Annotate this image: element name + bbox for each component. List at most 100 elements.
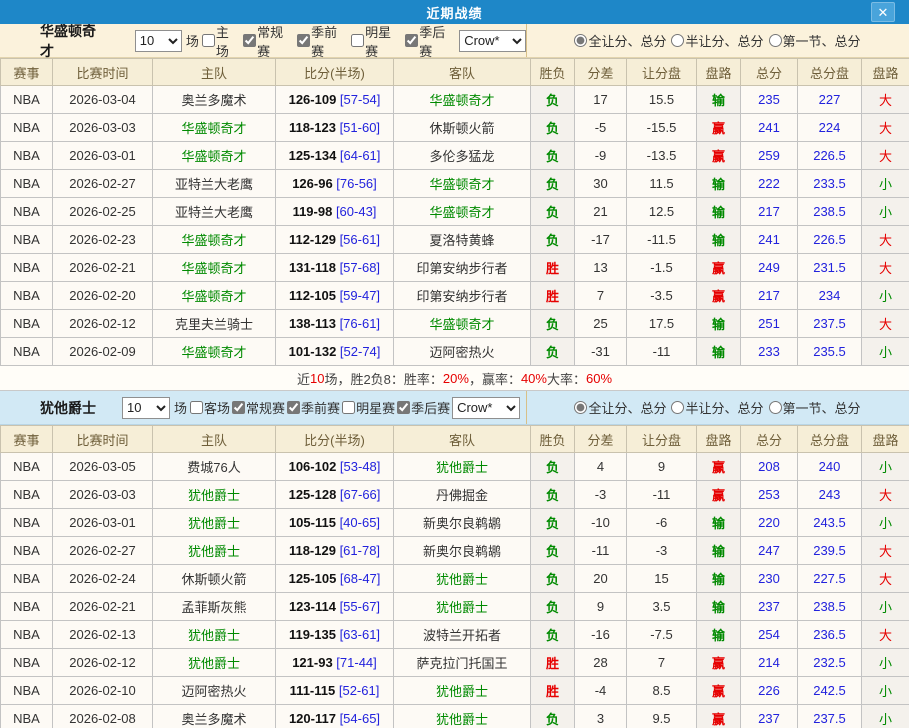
halftime-score: [57-54]	[336, 92, 380, 107]
game-row: NBA2026-02-23华盛顿奇才112-129 [56-61]夏洛特黄蜂负-…	[1, 226, 909, 254]
odds-company-select[interactable]: Crow*	[459, 30, 526, 52]
filter-checkbox-label[interactable]: 季前赛	[295, 22, 349, 60]
filter-checkbox[interactable]	[297, 34, 310, 47]
column-header: 让分盘	[627, 59, 697, 86]
point-diff-cell: 3	[575, 705, 627, 728]
score-cell: 123-114 [55-67]	[276, 593, 394, 621]
odds-mode-radio[interactable]	[671, 34, 684, 47]
filter-checkbox[interactable]	[202, 34, 215, 47]
odds-company-select[interactable]: Crow*	[452, 397, 520, 419]
handicap-result-cell: 输	[697, 537, 741, 565]
close-button[interactable]: ✕	[871, 2, 895, 22]
odds-mode-radio-label[interactable]: 第一节、总分	[767, 31, 861, 50]
halftime-score: [52-74]	[336, 344, 380, 359]
filter-checkbox-label[interactable]: 季后赛	[403, 22, 457, 60]
halftime-score: [61-78]	[336, 543, 380, 558]
total-line-cell: 237.5	[798, 310, 862, 338]
odds-mode-radio[interactable]	[671, 401, 684, 414]
game-row: NBA2026-02-25亚特兰大老鹰119-98 [60-43]华盛顿奇才负2…	[1, 198, 909, 226]
total-points-cell: 247	[741, 537, 798, 565]
filter-checkbox-label[interactable]: 明星赛	[340, 398, 395, 417]
games-count-select[interactable]: 10	[135, 30, 182, 52]
total-line-cell: 224	[798, 114, 862, 142]
odds-mode-radio-label[interactable]: 全让分、总分	[572, 398, 666, 417]
filter-checkbox[interactable]	[351, 34, 364, 47]
odds-mode-radio-label[interactable]: 半让分、总分	[669, 398, 763, 417]
over-under-cell: 小	[862, 677, 909, 705]
games-suffix-label: 场	[174, 398, 187, 417]
total-line-cell: 232.5	[798, 649, 862, 677]
over-under-cell: 小	[862, 593, 909, 621]
summary-stat-value: 60%	[586, 371, 612, 386]
final-score: 121-93	[292, 655, 332, 670]
handicap-cell: -11.5	[627, 226, 697, 254]
home-team-cell: 犹他爵士	[153, 621, 276, 649]
filter-bar: 华盛顿奇才 10 场 主场常规赛季前赛明星赛季后赛 Crow* 全让分、总分半让…	[0, 24, 909, 58]
filter-checkbox-label[interactable]: 季前赛	[285, 398, 340, 417]
total-points-cell: 222	[741, 170, 798, 198]
score-cell: 131-118 [57-68]	[276, 254, 394, 282]
point-diff-cell: 21	[575, 198, 627, 226]
win-loss-cell: 负	[531, 593, 575, 621]
odds-mode-radio-label[interactable]: 第一节、总分	[767, 398, 861, 417]
league-cell: NBA	[1, 481, 53, 509]
halftime-score: [60-43]	[332, 204, 376, 219]
filter-checkbox-label[interactable]: 常规赛	[241, 22, 295, 60]
total-line-cell: 233.5	[798, 170, 862, 198]
odds-mode-radio-label[interactable]: 全让分、总分	[572, 31, 666, 50]
summary-stat-value: 40%	[521, 371, 547, 386]
odds-mode-radio-text: 半让分、总分	[685, 398, 763, 417]
column-header: 比赛时间	[53, 59, 153, 86]
filter-left: 犹他爵士 10 场 客场常规赛季前赛明星赛季后赛 Crow*	[0, 391, 527, 424]
column-header: 总分盘	[798, 426, 862, 453]
column-header: 比分(半场)	[276, 59, 394, 86]
filter-checkbox[interactable]	[397, 401, 410, 414]
handicap-result-cell: 输	[697, 86, 741, 114]
date-cell: 2026-02-21	[53, 254, 153, 282]
filter-checkbox-label[interactable]: 明星赛	[349, 22, 403, 60]
halftime-score: [59-47]	[336, 288, 380, 303]
odds-mode-radio[interactable]	[574, 34, 587, 47]
handicap-cell: -13.5	[627, 142, 697, 170]
league-cell: NBA	[1, 114, 53, 142]
away-team-cell: 华盛顿奇才	[394, 170, 531, 198]
odds-mode-radio[interactable]	[769, 401, 782, 414]
handicap-result-cell: 输	[697, 509, 741, 537]
date-cell: 2026-02-20	[53, 282, 153, 310]
filter-checkbox-label[interactable]: 主场	[200, 22, 241, 60]
away-team-cell: 新奥尔良鹈鹕	[394, 509, 531, 537]
over-under-cell: 小	[862, 198, 909, 226]
dialog-titlebar: 近期战绩 ✕	[0, 0, 909, 24]
score-cell: 125-128 [67-66]	[276, 481, 394, 509]
total-points-cell: 220	[741, 509, 798, 537]
odds-mode-radio[interactable]	[574, 401, 587, 414]
away-team-cell: 丹佛掘金	[394, 481, 531, 509]
over-under-cell: 大	[862, 114, 909, 142]
handicap-result-cell: 赢	[697, 705, 741, 728]
total-points-cell: 241	[741, 114, 798, 142]
filter-left: 华盛顿奇才 10 场 主场常规赛季前赛明星赛季后赛 Crow*	[0, 24, 527, 57]
win-loss-cell: 胜	[531, 282, 575, 310]
filter-checkbox[interactable]	[190, 401, 203, 414]
filter-checkbox[interactable]	[232, 401, 245, 414]
win-loss-cell: 负	[531, 226, 575, 254]
away-team-cell: 多伦多猛龙	[394, 142, 531, 170]
point-diff-cell: 17	[575, 86, 627, 114]
over-under-cell: 大	[862, 537, 909, 565]
filter-checkbox[interactable]	[287, 401, 300, 414]
total-line-cell: 243	[798, 481, 862, 509]
handicap-result-cell: 赢	[697, 677, 741, 705]
filter-checkbox[interactable]	[243, 34, 256, 47]
dialog-title: 近期战绩	[426, 3, 482, 22]
home-team-cell: 费城76人	[153, 453, 276, 481]
filter-checkbox-label[interactable]: 客场	[188, 398, 230, 417]
filter-checkbox-label[interactable]: 常规赛	[230, 398, 285, 417]
win-loss-cell: 负	[531, 565, 575, 593]
odds-mode-radio-label[interactable]: 半让分、总分	[669, 31, 763, 50]
filter-checkbox[interactable]	[342, 401, 355, 414]
odds-mode-radio[interactable]	[769, 34, 782, 47]
filter-checkbox-label[interactable]: 季后赛	[395, 398, 450, 417]
filter-checkbox[interactable]	[405, 34, 418, 47]
games-count-select[interactable]: 10	[122, 397, 170, 419]
filter-checkbox-text: 主场	[216, 22, 241, 60]
